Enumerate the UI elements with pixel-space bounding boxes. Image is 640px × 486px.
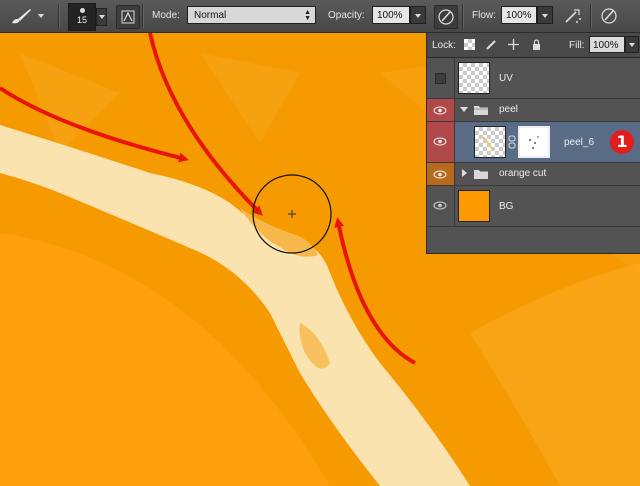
- toolbar-divider: [590, 4, 592, 28]
- pressure-size-icon[interactable]: [598, 5, 620, 27]
- flow-value: 100%: [506, 10, 532, 21]
- opacity-value: 100%: [377, 10, 403, 21]
- layer-name: peel: [499, 104, 518, 115]
- flow-field[interactable]: 100%: [501, 6, 537, 24]
- toolbar-divider: [142, 4, 144, 28]
- blend-mode-select[interactable]: Normal ▲ ▼: [187, 6, 316, 24]
- lock-transparent-pixels-icon[interactable]: [464, 39, 475, 50]
- brush-tool-icon[interactable]: [8, 6, 34, 26]
- layers-panel: Lock: Fill: 100% UV peel peel_6 1 orange…: [426, 33, 640, 254]
- updown-arrows-icon: ▲ ▼: [304, 9, 311, 22]
- brush-preset-dropdown[interactable]: [96, 8, 107, 26]
- layer-row-orange-cut-group[interactable]: orange cut: [427, 163, 640, 186]
- toolbar-divider: [58, 4, 60, 28]
- toolbar-divider: [462, 4, 464, 28]
- visibility-toggle[interactable]: [427, 58, 455, 98]
- lock-label: Lock:: [432, 40, 456, 51]
- pressure-pen-icon: [438, 9, 454, 25]
- mask-link-icon[interactable]: [508, 135, 516, 149]
- eye-icon: [433, 170, 447, 179]
- folder-icon: [474, 106, 488, 115]
- layer-thumbnail: [458, 62, 490, 94]
- tool-preset-arrow-icon[interactable]: [38, 14, 44, 18]
- brush-preset-picker[interactable]: 15: [68, 3, 96, 31]
- brush-panel-icon: [121, 10, 135, 24]
- visibility-toggle[interactable]: [427, 99, 455, 121]
- lock-position-icon[interactable]: [508, 39, 519, 50]
- visibility-toggle[interactable]: [427, 163, 455, 185]
- flow-dropdown[interactable]: [537, 6, 553, 24]
- fill-value: 100%: [593, 40, 619, 51]
- lock-row: Lock: Fill: 100%: [427, 33, 640, 58]
- layer-row-uv[interactable]: UV: [427, 58, 640, 99]
- brush-size: 15: [76, 15, 87, 25]
- fill-field[interactable]: 100%: [589, 36, 625, 53]
- airbrush-icon[interactable]: [562, 5, 584, 27]
- blend-mode-value: Normal: [194, 10, 227, 21]
- visibility-toggle[interactable]: [427, 186, 455, 226]
- brush-panel-toggle-button[interactable]: [116, 5, 140, 29]
- mode-label: Mode:: [152, 10, 180, 21]
- expand-arrow-icon[interactable]: [460, 107, 468, 112]
- layer-row-peel-group[interactable]: peel: [427, 99, 640, 122]
- layer-mask-thumbnail[interactable]: [518, 126, 550, 158]
- folder-icon: [474, 170, 488, 179]
- fill-dropdown[interactable]: [625, 36, 639, 53]
- layer-name: orange cut: [499, 168, 547, 179]
- collapse-arrow-icon[interactable]: [462, 169, 467, 177]
- options-bar: 15 Mode: Normal ▲ ▼ Opacity: 100% Flow: 1…: [0, 0, 640, 33]
- eye-icon: [433, 106, 447, 115]
- opacity-dropdown[interactable]: [410, 6, 426, 24]
- layer-row-bg[interactable]: BG: [427, 186, 640, 227]
- layer-name: BG: [499, 201, 514, 212]
- eye-icon: [433, 137, 447, 146]
- fill-label: Fill:: [569, 40, 585, 51]
- opacity-label: Opacity:: [328, 10, 365, 21]
- visibility-toggle[interactable]: [427, 122, 455, 162]
- pressure-opacity-button[interactable]: [434, 5, 458, 29]
- brush-tip-icon: [79, 8, 85, 13]
- lock-image-pixels-icon[interactable]: [486, 39, 497, 50]
- step-number-badge: 1: [610, 130, 634, 154]
- layer-row-peel-6[interactable]: peel_6 1: [427, 122, 640, 163]
- eye-icon: [433, 201, 447, 210]
- opacity-field[interactable]: 100%: [372, 6, 410, 24]
- lock-all-icon[interactable]: [531, 39, 542, 50]
- layer-thumbnail: [458, 190, 490, 222]
- layer-name: peel_6: [564, 137, 595, 148]
- flow-label: Flow:: [472, 10, 496, 21]
- visibility-off-icon: [435, 73, 446, 84]
- layer-name: UV: [499, 73, 513, 84]
- layer-thumbnail: [474, 126, 506, 158]
